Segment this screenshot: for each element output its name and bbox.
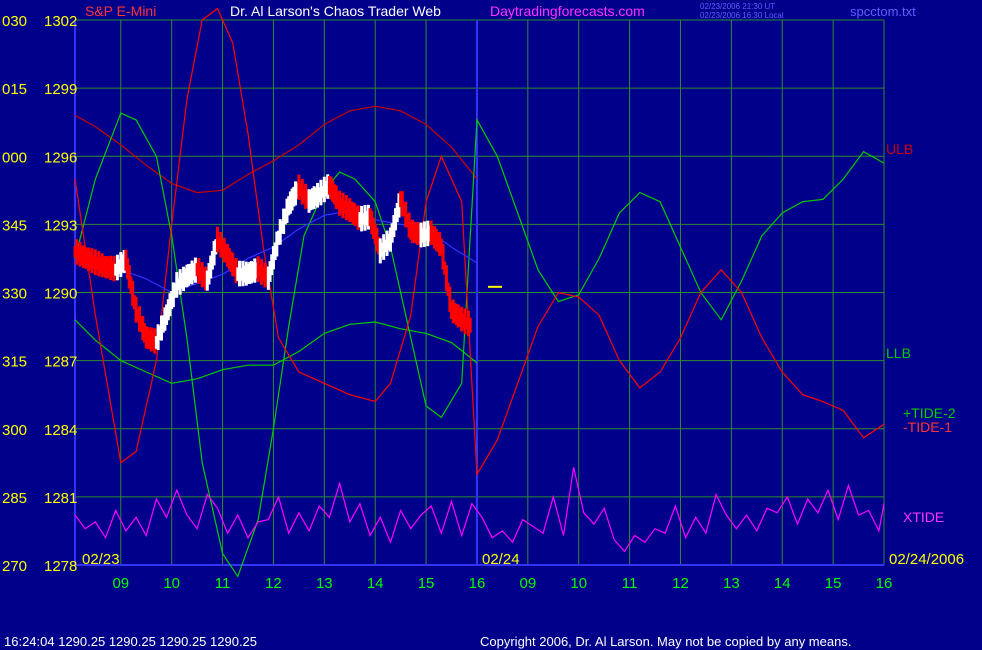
tide-minus-line [74,7,885,477]
chart-grid [74,19,885,566]
chart-canvas: 030 015 000 345 330 315 300 285 270 1302 1299 1296… [2,2,964,649]
y-tick-price: 1278 [44,558,77,575]
y-tick-degree: 315 [2,354,27,371]
y-tick-price: 1296 [44,149,77,166]
x-tick-label: 11 [622,575,638,592]
y-tick-price: 1290 [44,286,77,303]
x-tick-label: 12 [265,575,282,592]
y-tick-price: 1299 [44,81,77,98]
x-tick-label: 16 [469,575,486,592]
instrument-label: S&P E-Mini [85,3,156,19]
xtide-line [74,467,885,553]
x-tick-label: 13 [723,575,740,592]
x-tick-label: 15 [825,575,842,592]
tide-minus-label: -TIDE-1 [903,419,952,435]
y-tick-price: 1302 [44,13,77,30]
tide-plus-line [74,112,885,578]
y-tick-degree: 015 [2,81,27,98]
x-tick-label: 10 [570,575,587,592]
x-tick-label: 14 [367,575,384,592]
x-tick-label: 09 [519,575,536,592]
date-label-start: 02/23 [82,551,120,568]
price-bars [73,174,472,354]
y-tick-degree: 000 [2,149,27,166]
y-tick-degree: 270 [2,558,27,575]
y-axis-price-labels: 1302 1299 1296 1293 1290 1287 1284 1281 1278 [44,13,77,575]
footer-copyright: Copyright 2006, Dr. Al Larson. May not b… [480,634,851,649]
filename-label: spcctom.txt [850,4,916,19]
ulb-label: ULB [886,141,913,157]
x-tick-label: 09 [112,575,129,592]
stamp-ut: 02/23/2006 21:30 UT [700,2,775,11]
llb-line [74,319,478,384]
y-tick-price: 1284 [44,422,77,439]
x-tick-label: 12 [672,575,689,592]
y-tick-degree: 330 [2,286,27,303]
y-axis-degree-labels: 030 015 000 345 330 315 300 285 270 [2,13,27,575]
stamp-local: 02/23/2006 16:30 Local [700,11,784,20]
y-tick-price: 1293 [44,217,77,234]
x-tick-label: 13 [316,575,333,592]
x-tick-label: 14 [774,575,791,592]
x-axis-time-labels: 09 10 11 12 13 14 15 16 09 10 11 12 13 14 15 16 [112,575,892,592]
y-tick-price: 1281 [44,490,77,507]
y-tick-degree: 300 [2,422,27,439]
x-tick-label: 16 [876,575,893,592]
date-label-mid: 02/24 [482,551,520,568]
price-bar [468,317,472,333]
x-tick-label: 10 [163,575,180,592]
date-label-end: 02/24/2006 [889,551,964,568]
xtide-label: XTIDE [903,509,944,525]
y-tick-degree: 030 [2,13,27,30]
x-tick-label: 15 [418,575,435,592]
chart-title: Dr. Al Larson's Chaos Trader Web [230,3,441,19]
footer-quote: 16:24:04 1290.25 1290.25 1290.25 1290.25 [4,634,257,649]
site-link[interactable]: Daytradingforecasts.com [490,3,645,19]
x-tick-label: 11 [215,575,231,592]
y-tick-degree: 345 [2,217,27,234]
y-tick-degree: 285 [2,490,27,507]
y-tick-price: 1287 [44,354,77,371]
llb-label: LLB [886,345,911,361]
